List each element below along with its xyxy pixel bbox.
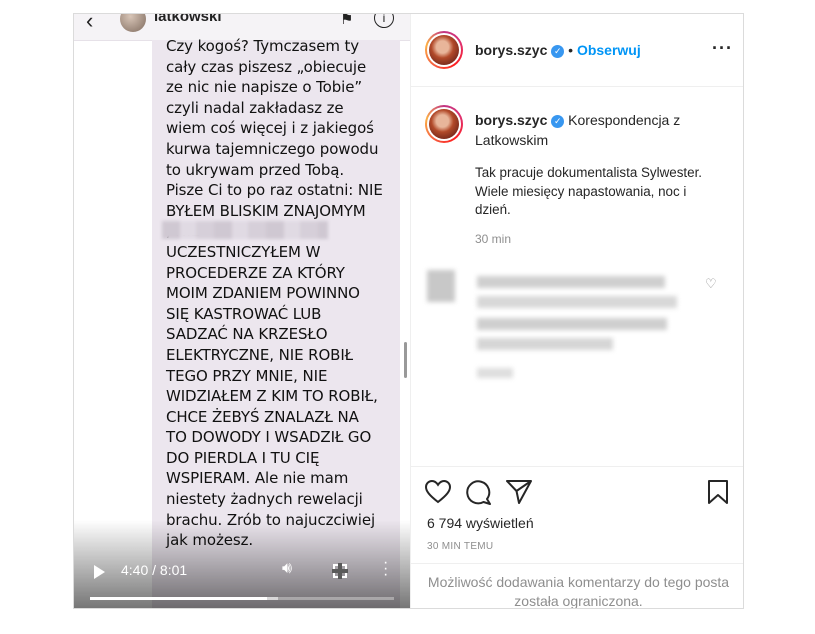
fullscreen-icon[interactable]: [332, 563, 348, 579]
post-sidebar: borys.szyc ✓ • Obserwuj ··· borys.szyc ✓…: [410, 14, 743, 608]
caption-description: Tak pracuje dokumentalista Sylwester. Wi…: [475, 165, 703, 217]
author-avatar[interactable]: [425, 31, 463, 69]
separator-dot: •: [568, 42, 574, 58]
follow-button[interactable]: Obserwuj: [577, 42, 641, 58]
save-bookmark-icon[interactable]: [707, 479, 729, 505]
info-icon: i: [374, 14, 394, 28]
more-vertical-icon[interactable]: · · ·: [383, 555, 388, 583]
back-arrow-icon: ‹: [86, 14, 94, 33]
redacted-name-blur: [162, 221, 328, 239]
author-username[interactable]: borys.szyc: [475, 42, 547, 58]
blurred-comment: [427, 270, 687, 380]
verified-badge-icon: ✓: [551, 45, 565, 58]
play-icon[interactable]: [94, 565, 105, 579]
view-count[interactable]: 6 794 wyświetleń: [427, 515, 534, 531]
comments-limited-notice: Możliwość dodawania komentarzy do tego p…: [411, 563, 743, 608]
volume-icon[interactable]: 🔊︎: [282, 560, 292, 578]
video-progress-fill: [90, 597, 268, 600]
video-progress-bar[interactable]: [90, 597, 394, 600]
caption-avatar[interactable]: [425, 105, 463, 143]
post-header: borys.szyc ✓ • Obserwuj ···: [411, 14, 743, 87]
caption-username[interactable]: borys.szyc: [475, 112, 547, 128]
post-actions: 6 794 wyświetleń 30 MIN TEMU Możliwość d…: [411, 466, 743, 608]
like-heart-icon[interactable]: [425, 480, 451, 504]
chat-scrollbar: [404, 342, 407, 378]
contact-name: latkowski: [154, 14, 222, 25]
verified-badge-icon: ✓: [551, 115, 565, 128]
caption: borys.szyc ✓ Korespondencja z Latkowskim: [475, 110, 715, 150]
message-text: Czy kogoś? Tymczasem ty cały czas piszes…: [166, 37, 383, 549]
contact-avatar: [120, 14, 146, 32]
post-timestamp[interactable]: 30 MIN TEMU: [427, 541, 493, 552]
video-time: 4:40 / 8:01: [121, 562, 188, 578]
instagram-post: ‹ latkowski ⚑ i Czy kogoś? Tymczasem ty …: [73, 13, 744, 609]
share-plane-icon[interactable]: [506, 479, 532, 504]
more-horizontal-icon[interactable]: ···: [712, 38, 733, 59]
author-line: borys.szyc ✓ • Obserwuj: [475, 42, 641, 58]
caption-time: 30 min: [475, 232, 512, 246]
video-controls: 4:40 / 8:01 🔊︎ · · ·: [74, 550, 410, 608]
comment-bubble-icon[interactable]: [466, 480, 492, 505]
video-player[interactable]: ‹ latkowski ⚑ i Czy kogoś? Tymczasem ty …: [74, 14, 410, 608]
flag-icon: ⚑: [340, 14, 354, 28]
comment-like-heart-icon[interactable]: ♡: [705, 276, 717, 292]
